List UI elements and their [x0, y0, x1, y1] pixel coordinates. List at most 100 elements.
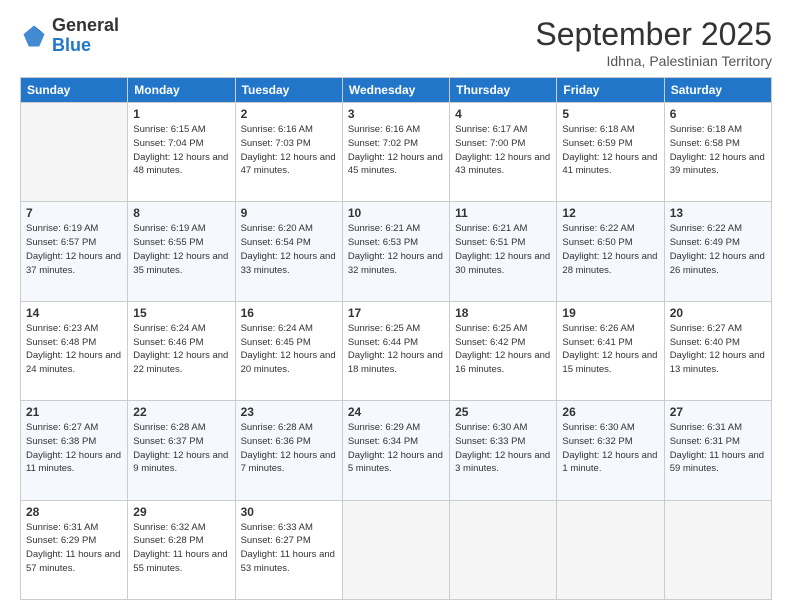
calendar-cell: 13 Sunrise: 6:22 AM Sunset: 6:49 PM Dayl…: [664, 202, 771, 301]
cell-info: Sunrise: 6:30 AM Sunset: 6:33 PM Dayligh…: [455, 421, 551, 476]
daylight-text: Daylight: 12 hours and 24 minutes.: [26, 350, 121, 375]
sunrise-text: Sunrise: 6:31 AM: [670, 422, 742, 433]
daylight-text: Daylight: 11 hours and 53 minutes.: [241, 549, 335, 574]
cell-info: Sunrise: 6:23 AM Sunset: 6:48 PM Dayligh…: [26, 322, 122, 377]
calendar-cell: 5 Sunrise: 6:18 AM Sunset: 6:59 PM Dayli…: [557, 103, 664, 202]
calendar-cell: 22 Sunrise: 6:28 AM Sunset: 6:37 PM Dayl…: [128, 401, 235, 500]
calendar-header: Sunday Monday Tuesday Wednesday Thursday…: [21, 78, 772, 103]
calendar-cell: 30 Sunrise: 6:33 AM Sunset: 6:27 PM Dayl…: [235, 500, 342, 599]
sunset-text: Sunset: 6:42 PM: [455, 337, 525, 348]
day-number: 29: [133, 505, 229, 519]
col-friday: Friday: [557, 78, 664, 103]
calendar-cell: 21 Sunrise: 6:27 AM Sunset: 6:38 PM Dayl…: [21, 401, 128, 500]
day-number: 1: [133, 107, 229, 121]
location-subtitle: Idhna, Palestinian Territory: [535, 53, 772, 69]
cell-info: Sunrise: 6:24 AM Sunset: 6:45 PM Dayligh…: [241, 322, 337, 377]
day-number: 2: [241, 107, 337, 121]
day-number: 13: [670, 206, 766, 220]
sunrise-text: Sunrise: 6:22 AM: [670, 223, 742, 234]
daylight-text: Daylight: 12 hours and 1 minute.: [562, 450, 657, 475]
daylight-text: Daylight: 12 hours and 37 minutes.: [26, 251, 121, 276]
cell-info: Sunrise: 6:31 AM Sunset: 6:29 PM Dayligh…: [26, 521, 122, 576]
cell-info: Sunrise: 6:18 AM Sunset: 6:58 PM Dayligh…: [670, 123, 766, 178]
calendar-cell: 15 Sunrise: 6:24 AM Sunset: 6:46 PM Dayl…: [128, 301, 235, 400]
calendar-cell: 26 Sunrise: 6:30 AM Sunset: 6:32 PM Dayl…: [557, 401, 664, 500]
sunrise-text: Sunrise: 6:21 AM: [455, 223, 527, 234]
sunset-text: Sunset: 6:46 PM: [133, 337, 203, 348]
daylight-text: Daylight: 12 hours and 20 minutes.: [241, 350, 336, 375]
calendar-week-4: 21 Sunrise: 6:27 AM Sunset: 6:38 PM Dayl…: [21, 401, 772, 500]
sunrise-text: Sunrise: 6:30 AM: [562, 422, 634, 433]
cell-info: Sunrise: 6:25 AM Sunset: 6:44 PM Dayligh…: [348, 322, 444, 377]
sunrise-text: Sunrise: 6:18 AM: [670, 124, 742, 135]
day-number: 23: [241, 405, 337, 419]
calendar-cell: 16 Sunrise: 6:24 AM Sunset: 6:45 PM Dayl…: [235, 301, 342, 400]
day-number: 26: [562, 405, 658, 419]
calendar-cell: 9 Sunrise: 6:20 AM Sunset: 6:54 PM Dayli…: [235, 202, 342, 301]
day-number: 8: [133, 206, 229, 220]
day-number: 28: [26, 505, 122, 519]
sunset-text: Sunset: 6:40 PM: [670, 337, 740, 348]
sunrise-text: Sunrise: 6:18 AM: [562, 124, 634, 135]
calendar-cell: 28 Sunrise: 6:31 AM Sunset: 6:29 PM Dayl…: [21, 500, 128, 599]
day-number: 9: [241, 206, 337, 220]
calendar-cell: 2 Sunrise: 6:16 AM Sunset: 7:03 PM Dayli…: [235, 103, 342, 202]
calendar-cell: 27 Sunrise: 6:31 AM Sunset: 6:31 PM Dayl…: [664, 401, 771, 500]
sunrise-text: Sunrise: 6:24 AM: [241, 323, 313, 334]
cell-info: Sunrise: 6:21 AM Sunset: 6:53 PM Dayligh…: [348, 222, 444, 277]
sunrise-text: Sunrise: 6:28 AM: [133, 422, 205, 433]
calendar-cell: 3 Sunrise: 6:16 AM Sunset: 7:02 PM Dayli…: [342, 103, 449, 202]
sunrise-text: Sunrise: 6:16 AM: [241, 124, 313, 135]
calendar-week-1: 1 Sunrise: 6:15 AM Sunset: 7:04 PM Dayli…: [21, 103, 772, 202]
calendar-cell: 23 Sunrise: 6:28 AM Sunset: 6:36 PM Dayl…: [235, 401, 342, 500]
calendar-cell: 1 Sunrise: 6:15 AM Sunset: 7:04 PM Dayli…: [128, 103, 235, 202]
calendar-cell: 18 Sunrise: 6:25 AM Sunset: 6:42 PM Dayl…: [450, 301, 557, 400]
sunrise-text: Sunrise: 6:27 AM: [670, 323, 742, 334]
day-number: 27: [670, 405, 766, 419]
sunrise-text: Sunrise: 6:15 AM: [133, 124, 205, 135]
cell-info: Sunrise: 6:28 AM Sunset: 6:36 PM Dayligh…: [241, 421, 337, 476]
calendar-cell: [342, 500, 449, 599]
day-number: 11: [455, 206, 551, 220]
sunrise-text: Sunrise: 6:20 AM: [241, 223, 313, 234]
daylight-text: Daylight: 12 hours and 32 minutes.: [348, 251, 443, 276]
sunset-text: Sunset: 6:36 PM: [241, 436, 311, 447]
col-sunday: Sunday: [21, 78, 128, 103]
daylight-text: Daylight: 12 hours and 28 minutes.: [562, 251, 657, 276]
daylight-text: Daylight: 12 hours and 5 minutes.: [348, 450, 443, 475]
day-number: 5: [562, 107, 658, 121]
sunset-text: Sunset: 7:02 PM: [348, 138, 418, 149]
col-thursday: Thursday: [450, 78, 557, 103]
sunset-text: Sunset: 6:53 PM: [348, 237, 418, 248]
cell-info: Sunrise: 6:30 AM Sunset: 6:32 PM Dayligh…: [562, 421, 658, 476]
col-wednesday: Wednesday: [342, 78, 449, 103]
day-number: 22: [133, 405, 229, 419]
daylight-text: Daylight: 12 hours and 35 minutes.: [133, 251, 228, 276]
daylight-text: Daylight: 11 hours and 55 minutes.: [133, 549, 227, 574]
sunset-text: Sunset: 6:41 PM: [562, 337, 632, 348]
daylight-text: Daylight: 12 hours and 30 minutes.: [455, 251, 550, 276]
cell-info: Sunrise: 6:19 AM Sunset: 6:57 PM Dayligh…: [26, 222, 122, 277]
daylight-text: Daylight: 11 hours and 57 minutes.: [26, 549, 120, 574]
cell-info: Sunrise: 6:16 AM Sunset: 7:02 PM Dayligh…: [348, 123, 444, 178]
sunset-text: Sunset: 7:00 PM: [455, 138, 525, 149]
title-area: September 2025 Idhna, Palestinian Territ…: [535, 16, 772, 69]
col-saturday: Saturday: [664, 78, 771, 103]
logo-text: General Blue: [52, 16, 119, 56]
sunset-text: Sunset: 6:38 PM: [26, 436, 96, 447]
calendar-cell: [664, 500, 771, 599]
day-number: 3: [348, 107, 444, 121]
calendar-cell: 4 Sunrise: 6:17 AM Sunset: 7:00 PM Dayli…: [450, 103, 557, 202]
day-number: 17: [348, 306, 444, 320]
daylight-text: Daylight: 12 hours and 13 minutes.: [670, 350, 765, 375]
calendar-cell: 6 Sunrise: 6:18 AM Sunset: 6:58 PM Dayli…: [664, 103, 771, 202]
cell-info: Sunrise: 6:25 AM Sunset: 6:42 PM Dayligh…: [455, 322, 551, 377]
day-number: 19: [562, 306, 658, 320]
day-number: 24: [348, 405, 444, 419]
daylight-text: Daylight: 12 hours and 15 minutes.: [562, 350, 657, 375]
sunset-text: Sunset: 6:28 PM: [133, 535, 203, 546]
sunset-text: Sunset: 6:49 PM: [670, 237, 740, 248]
cell-info: Sunrise: 6:29 AM Sunset: 6:34 PM Dayligh…: [348, 421, 444, 476]
daylight-text: Daylight: 12 hours and 7 minutes.: [241, 450, 336, 475]
sunrise-text: Sunrise: 6:30 AM: [455, 422, 527, 433]
